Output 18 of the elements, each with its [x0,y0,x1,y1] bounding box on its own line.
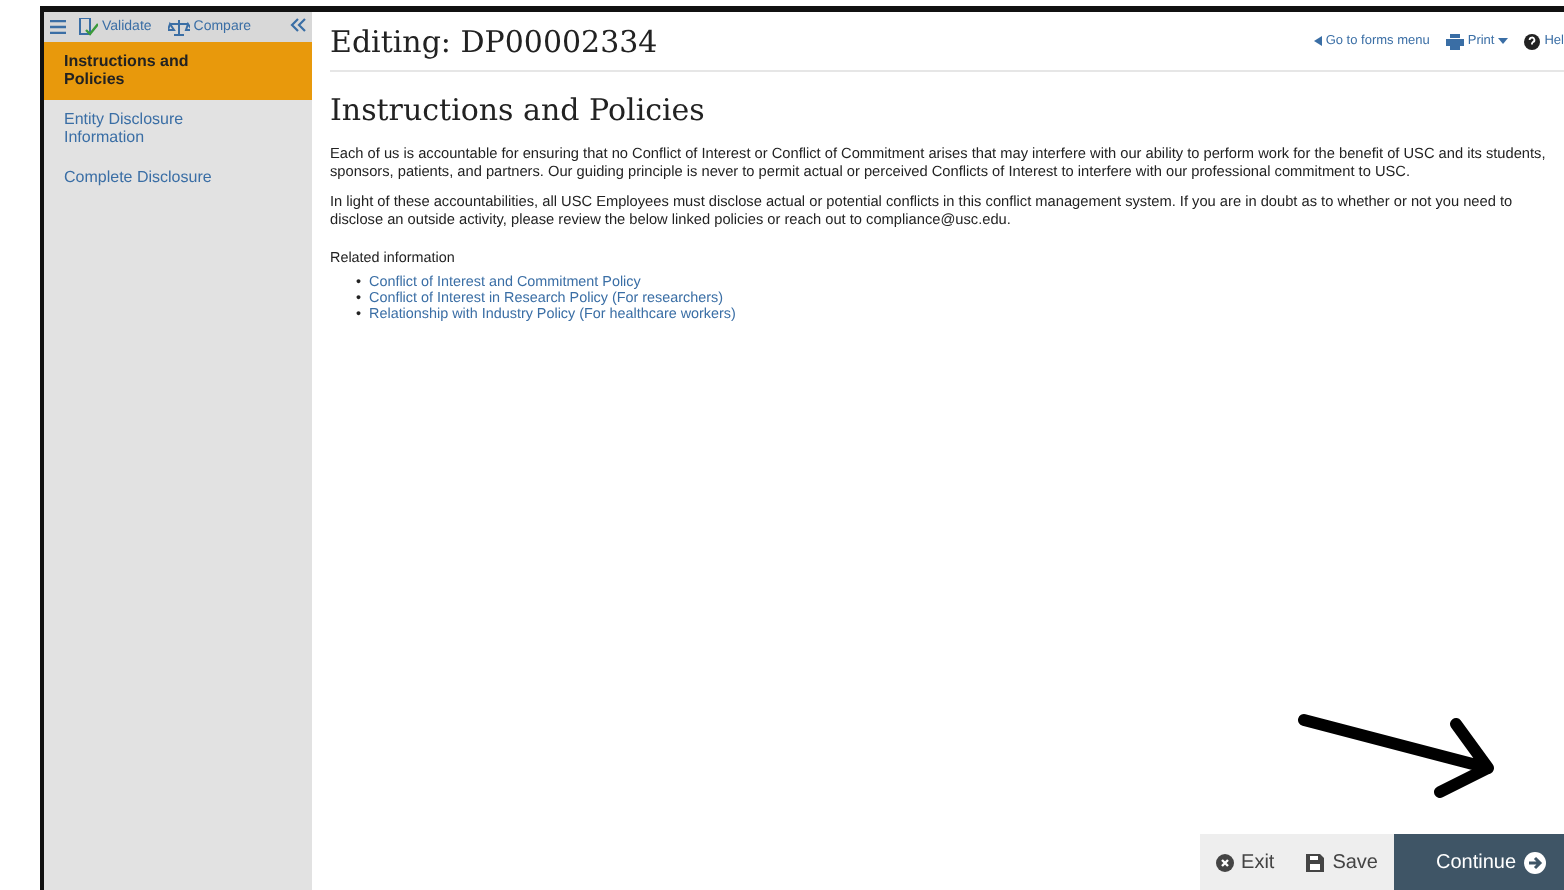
arrow-right-circle-icon [1524,851,1547,873]
help-icon [1524,33,1541,49]
menu-icon[interactable] [50,20,66,34]
sidebar-item[interactable]: Entity Disclosure Information [44,100,312,158]
scales-icon [167,19,190,35]
save-button[interactable]: Save [1290,834,1394,890]
continue-button[interactable]: Continue [1394,834,1564,890]
caret-left-icon [1313,36,1322,46]
printer-icon [1445,33,1464,49]
checklist-icon [78,18,98,36]
section-heading: Instructions and Policies [330,92,707,128]
caret-down-icon [1498,38,1509,44]
close-icon [1215,853,1234,871]
page-title: Editing: DP00002334 [330,23,658,59]
sidebar-item[interactable]: Instructions and Policies [44,42,312,100]
sidebar-item[interactable]: Complete Disclosure [44,158,312,198]
floppy-disk-icon [1306,853,1325,871]
exit-button[interactable]: Exit [1199,834,1291,890]
